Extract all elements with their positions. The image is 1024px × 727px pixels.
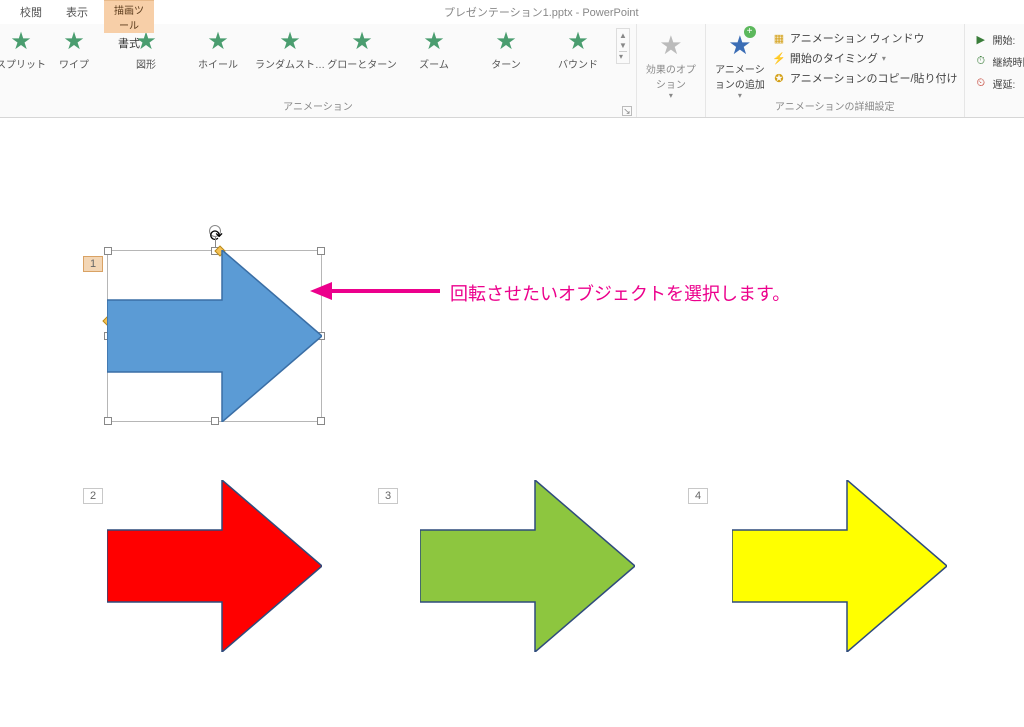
animation-tag-1[interactable]: 1 — [83, 256, 103, 272]
star-icon: ★ — [423, 30, 445, 54]
animation-gallery[interactable]: ★スプリット ★ワイプ ★図形 ★ホイール ★ランダムスト… ★グローとターン … — [0, 24, 636, 101]
group-effect-options: ★ 効果のオプション ▾ — [637, 24, 706, 117]
clock-icon: ⏱ — [977, 55, 989, 68]
animation-painter-button[interactable]: ✪アニメーションのコピー/貼り付け — [772, 70, 958, 86]
anim-random[interactable]: ★ランダムスト… — [256, 28, 324, 71]
start-row: ▶ 開始: クリック時 — [977, 30, 1024, 48]
group-label-advanced: アニメーションの詳細設定 — [706, 101, 964, 117]
arrow-shape-blue[interactable] — [107, 250, 322, 422]
anim-bounce[interactable]: ★バウンド — [544, 28, 612, 71]
group-advanced-animation: ★+ アニメーションの追加 ▾ ▦アニメーション ウィンドウ ⚡開始のタイミング… — [706, 24, 965, 117]
star-icon: ★ — [495, 30, 517, 54]
chevron-down-icon: ▼ — [619, 41, 627, 50]
anim-split[interactable]: ★スプリット — [6, 28, 36, 71]
callout-text: 回転させたいオブジェクトを選択します。 — [450, 280, 790, 306]
star-icon: ★ — [63, 30, 85, 54]
star-plus-icon: ★+ — [728, 30, 751, 61]
context-label: 描画ツール — [104, 0, 154, 33]
slide-canvas[interactable]: 1 ⟳ 回転させたいオブジェクトを選択します。 2 3 4 — [0, 118, 1024, 727]
group-timing: ▶ 開始: クリック時 ⏱ 継続時間: ▴▾ ⏲ 遅延: ▴▾ — [965, 24, 1024, 117]
chevron-down-icon: ▾ — [669, 91, 673, 100]
star-icon: ★ — [207, 30, 229, 54]
window-title: プレゼンテーション1.pptx - PowerPoint — [444, 4, 639, 20]
star-icon: ★ — [659, 30, 682, 61]
clock-icon: ⏲ — [977, 77, 989, 90]
group-animations: ★スプリット ★ワイプ ★図形 ★ホイール ★ランダムスト… ★グローとターン … — [0, 24, 637, 117]
animation-pane-button[interactable]: ▦アニメーション ウィンドウ — [772, 30, 958, 46]
delay-row: ⏲ 遅延: ▴▾ — [977, 74, 1024, 92]
animation-tag-2[interactable]: 2 — [83, 488, 103, 504]
dialog-launcher-icon[interactable]: ↘ — [622, 106, 632, 116]
anim-wheel[interactable]: ★ホイール — [184, 28, 252, 71]
animation-tag-4[interactable]: 4 — [688, 488, 708, 504]
anim-turn[interactable]: ★ターン — [472, 28, 540, 71]
pane-icon: ▦ — [772, 32, 786, 45]
painter-icon: ✪ — [772, 72, 786, 85]
anim-wipe[interactable]: ★ワイプ — [40, 28, 108, 71]
group-label-timing: タイミング — [965, 101, 1024, 117]
ribbon-tabstrip: 校閲 表示 — [0, 1, 92, 23]
chevron-down-icon: ▾ — [882, 54, 886, 63]
play-icon: ▶ — [977, 33, 989, 46]
title-bar: 校閲 表示 描画ツール 書式 プレゼンテーション1.pptx - PowerPo… — [0, 0, 1024, 24]
lightning-icon: ⚡ — [772, 52, 786, 65]
group-label-animations: アニメーション ↘ — [0, 101, 636, 117]
arrow-shape-yellow[interactable] — [732, 480, 947, 652]
star-icon: ★ — [279, 30, 301, 54]
effect-options-button: ★ 効果のオプション ▾ — [643, 28, 699, 100]
more-bar-icon: ▾ — [619, 51, 627, 61]
animation-tag-3[interactable]: 3 — [378, 488, 398, 504]
tab-view[interactable]: 表示 — [62, 1, 92, 23]
callout-arrow — [310, 276, 440, 306]
add-animation-button[interactable]: ★+ アニメーションの追加 ▾ — [712, 28, 768, 100]
trigger-button[interactable]: ⚡開始のタイミング▾ — [772, 50, 958, 66]
chevron-up-icon: ▲ — [619, 31, 627, 40]
star-icon: ★ — [567, 30, 589, 54]
tab-format[interactable]: 書式 — [104, 33, 154, 53]
star-icon: ★ — [10, 30, 32, 54]
timing-controls: ▶ 開始: クリック時 ⏱ 継続時間: ▴▾ ⏲ 遅延: ▴▾ — [971, 28, 1024, 92]
tab-review[interactable]: 校閲 — [16, 1, 46, 23]
duration-row: ⏱ 継続時間: ▴▾ — [977, 52, 1024, 70]
contextual-tab-drawing-tools: 描画ツール 書式 — [104, 0, 154, 53]
star-icon: ★ — [351, 30, 373, 54]
gallery-more-button[interactable]: ▲ ▼ ▾ — [616, 28, 630, 64]
chevron-down-icon: ▾ — [738, 91, 742, 100]
rotation-handle[interactable]: ⟳ — [209, 225, 221, 237]
arrow-shape-green[interactable] — [420, 480, 635, 652]
anim-glowturn[interactable]: ★グローとターン — [328, 28, 396, 71]
advanced-list: ▦アニメーション ウィンドウ ⚡開始のタイミング▾ ✪アニメーションのコピー/貼… — [772, 28, 958, 86]
arrow-shape-red[interactable] — [107, 480, 322, 652]
anim-zoom[interactable]: ★ズーム — [400, 28, 468, 71]
